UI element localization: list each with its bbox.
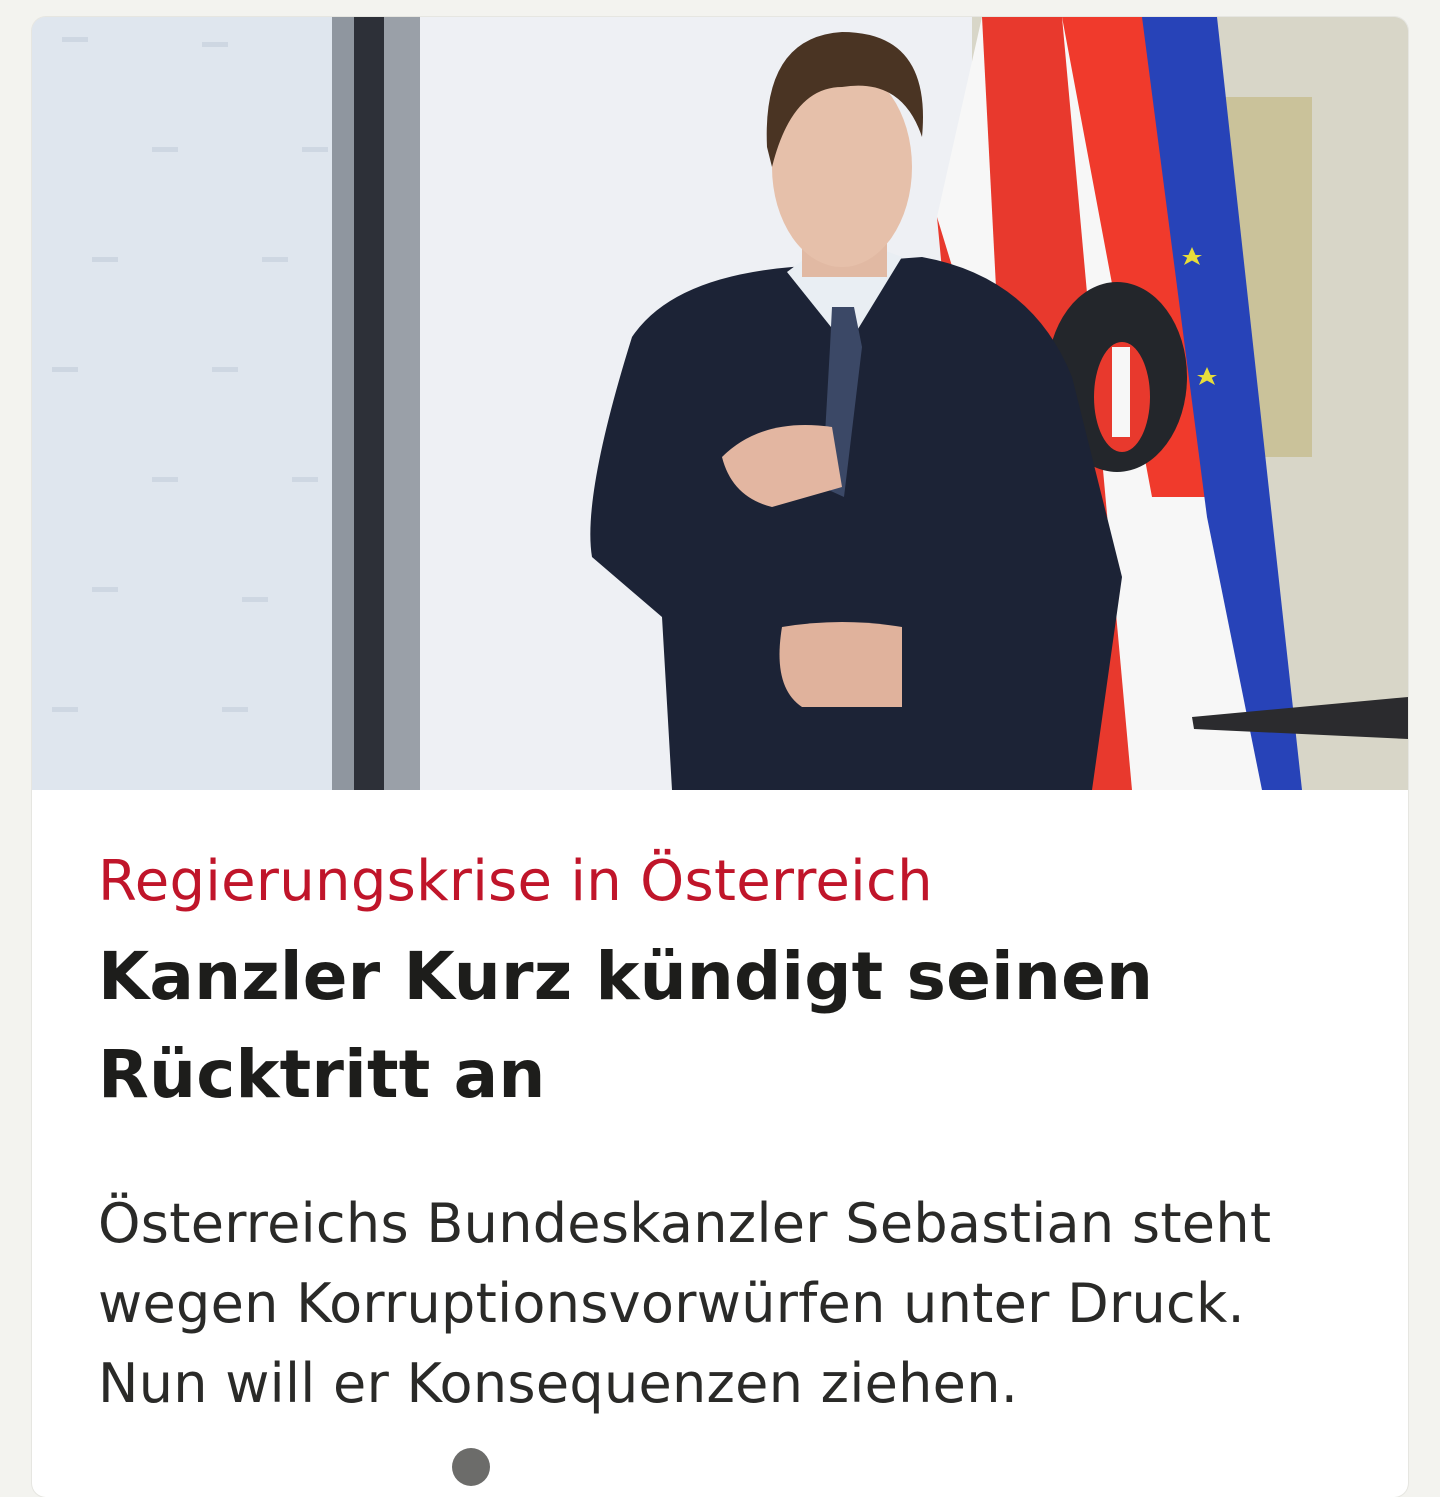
author-avatar: [452, 1448, 490, 1486]
article-text: Regierungskrise in Österreich Kanzler Ku…: [32, 790, 1408, 1424]
article-kicker: Regierungskrise in Österreich: [98, 849, 933, 914]
photo-illustration: [32, 17, 1408, 790]
article-teaser: Österreichs Bundeskanzler Sebastian steh…: [98, 1192, 1272, 1415]
article-image[interactable]: [32, 17, 1408, 790]
article-card[interactable]: Regierungskrise in Österreich Kanzler Ku…: [32, 17, 1408, 1497]
article-headline[interactable]: Kanzler Kurz kündigt seinen Rücktritt an: [98, 928, 1342, 1124]
